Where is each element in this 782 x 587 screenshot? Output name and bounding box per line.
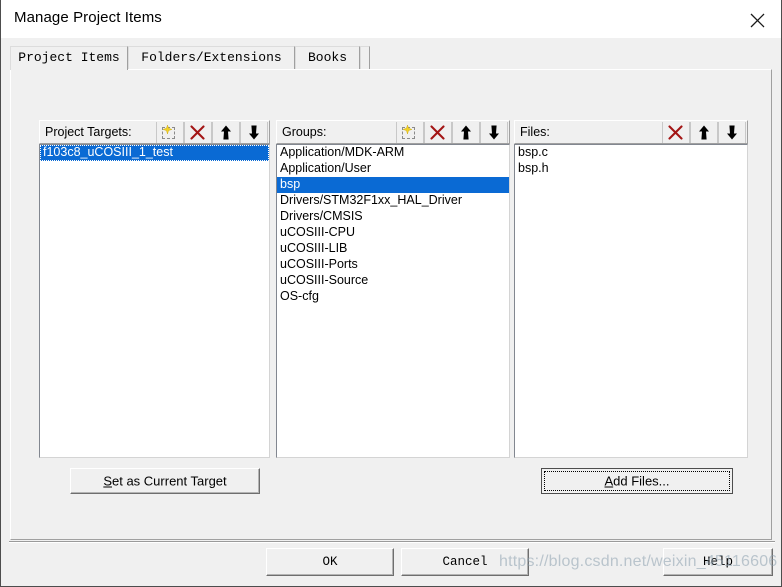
tab-folders-extensions[interactable]: Folders/Extensions — [128, 46, 295, 70]
move-down-icon[interactable] — [240, 122, 268, 143]
project-targets-toolbar — [156, 122, 268, 143]
project-targets-label: Project Targets: — [45, 125, 132, 139]
project-targets-header: Project Targets: — [39, 120, 270, 144]
project-target-list-item[interactable]: f103c8_uCOSIII_1_test — [40, 145, 269, 161]
project-targets-list[interactable]: f103c8_uCOSIII_1_test — [39, 144, 270, 458]
move-up-icon[interactable] — [690, 122, 718, 143]
move-down-icon[interactable] — [480, 122, 508, 143]
file-list-item[interactable]: bsp.c — [515, 145, 747, 161]
group-list-item[interactable]: Drivers/STM32F1xx_HAL_Driver — [277, 193, 509, 209]
move-up-icon[interactable] — [452, 122, 480, 143]
title-bar: Manage Project Items — [1, 0, 781, 38]
move-down-icon[interactable] — [718, 122, 746, 143]
help-label: Help — [702, 555, 733, 569]
ok-button[interactable]: OK — [266, 548, 394, 576]
group-list-item[interactable]: uCOSIII-Source — [277, 273, 509, 289]
tab-strip-filler — [360, 46, 370, 70]
groups-list[interactable]: Application/MDK-ARM Application/User bsp Dr… — [276, 144, 510, 458]
set-target-label: et as Current Target — [112, 473, 227, 489]
new-item-icon[interactable] — [156, 122, 184, 143]
groups-label: Groups: — [282, 125, 327, 139]
help-button[interactable]: Help — [663, 548, 773, 576]
footer-separator — [9, 541, 775, 543]
add-files-accel: A — [604, 473, 614, 489]
tab-project-items[interactable]: Project Items — [10, 46, 128, 71]
tab-books[interactable]: Books — [295, 46, 360, 70]
window-title: Manage Project Items — [14, 9, 162, 26]
group-list-item[interactable]: Application/MDK-ARM — [277, 145, 509, 161]
group-list-item[interactable]: OS-cfg — [277, 289, 509, 305]
group-list-item[interactable]: Drivers/CMSIS — [277, 209, 509, 225]
group-list-item[interactable]: uCOSIII-LIB — [277, 241, 509, 257]
group-list-item[interactable]: Application/User — [277, 161, 509, 177]
manage-project-items-dialog: Manage Project Items Project Items Folde… — [0, 0, 782, 587]
delete-icon[interactable] — [184, 122, 212, 143]
add-files-label: dd Files... — [613, 473, 670, 489]
group-list-item[interactable]: bsp — [277, 177, 509, 193]
files-header: Files: — [514, 120, 748, 144]
delete-icon[interactable] — [662, 122, 690, 143]
tab-bar: Project Items Folders/Extensions Books — [10, 46, 772, 71]
group-list-item[interactable]: uCOSIII-CPU — [277, 225, 509, 241]
move-up-icon[interactable] — [212, 122, 240, 143]
groups-toolbar — [396, 122, 508, 143]
cancel-label: Cancel — [442, 555, 488, 569]
group-list-item[interactable]: uCOSIII-Ports — [277, 257, 509, 273]
add-files-button[interactable]: Add Files... — [541, 468, 733, 494]
cancel-button[interactable]: Cancel — [401, 548, 529, 576]
set-target-accel: S — [103, 473, 112, 489]
files-label: Files: — [520, 125, 550, 139]
files-list[interactable]: bsp.c bsp.h — [514, 144, 748, 458]
file-list-item[interactable]: bsp.h — [515, 161, 747, 177]
close-icon[interactable] — [735, 0, 781, 38]
project-items-panel: Project Targets: f103c8_uCOSIII_1_test G… — [10, 69, 772, 540]
ok-label: OK — [322, 555, 338, 569]
set-as-current-target-button[interactable]: Set as Current Target — [70, 468, 260, 494]
new-item-icon[interactable] — [396, 122, 424, 143]
groups-header: Groups: — [276, 120, 510, 144]
files-toolbar — [662, 122, 746, 143]
delete-icon[interactable] — [424, 122, 452, 143]
